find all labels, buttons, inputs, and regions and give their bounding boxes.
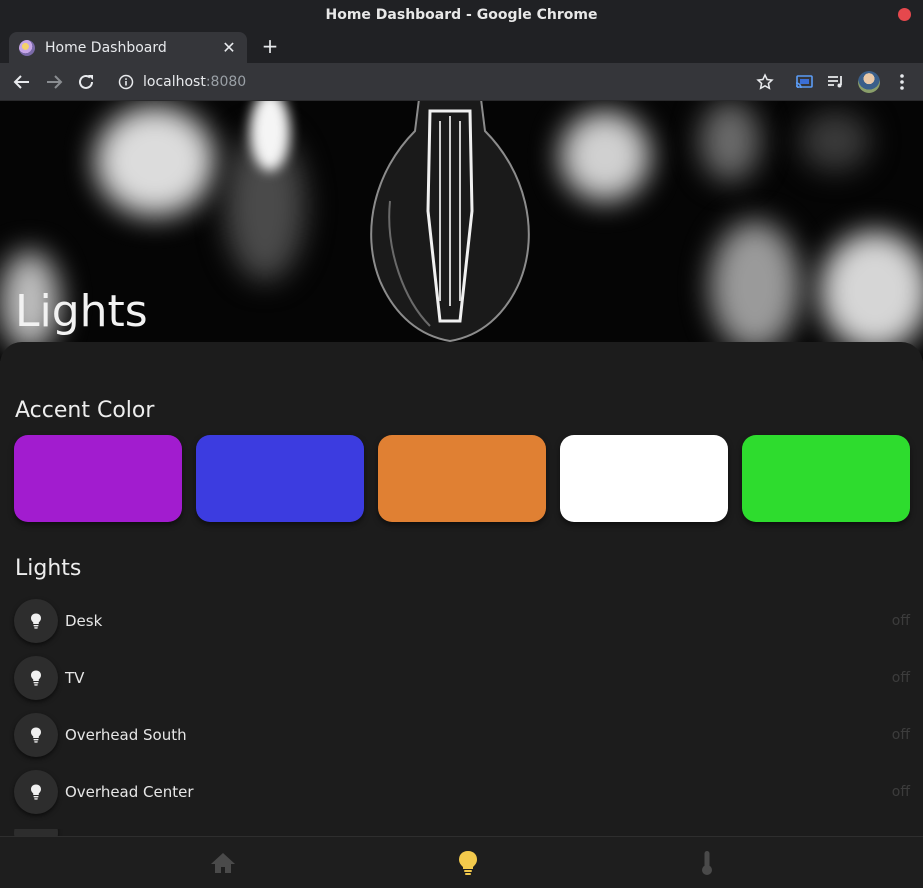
lightbulb-icon bbox=[31, 727, 41, 743]
lightbulb-icon bbox=[459, 851, 477, 875]
star-icon[interactable] bbox=[755, 72, 775, 92]
lightbulb-icon bbox=[31, 670, 41, 686]
light-toggle-button[interactable] bbox=[14, 599, 58, 643]
light-toggle-button[interactable] bbox=[14, 770, 58, 814]
light-state: off bbox=[891, 784, 910, 800]
light-state: off bbox=[891, 670, 910, 686]
nav-home[interactable] bbox=[208, 849, 238, 877]
tab-home-dashboard[interactable]: Home Dashboard ✕ bbox=[9, 32, 247, 63]
light-name: Overhead South bbox=[65, 726, 187, 744]
list-item-partial bbox=[14, 829, 910, 836]
light-toggle-button[interactable] bbox=[14, 829, 58, 836]
list-item[interactable]: Overhead South off bbox=[14, 713, 910, 757]
window-title: Home Dashboard - Google Chrome bbox=[325, 7, 598, 23]
content-sheet: Accent Color Lights Desk off TV off Overhead… bbox=[0, 342, 923, 836]
accent-color-heading: Accent Color bbox=[15, 398, 155, 423]
light-name: TV bbox=[65, 669, 85, 687]
nav-lights[interactable] bbox=[453, 849, 483, 877]
tab-strip: Home Dashboard ✕ + bbox=[0, 30, 923, 63]
nav-climate[interactable] bbox=[692, 849, 722, 877]
light-state: off bbox=[891, 727, 910, 743]
playlist-icon[interactable] bbox=[826, 72, 846, 92]
accent-swatch-3[interactable] bbox=[378, 435, 546, 522]
kebab-menu-icon[interactable] bbox=[892, 72, 912, 92]
list-item[interactable]: Desk off bbox=[14, 599, 910, 643]
window-close-button[interactable] bbox=[898, 8, 911, 21]
lightbulb-photo bbox=[370, 101, 530, 343]
accent-swatch-2[interactable] bbox=[196, 435, 364, 522]
bottom-navigation bbox=[0, 836, 923, 888]
list-item[interactable]: TV off bbox=[14, 656, 910, 700]
page-title: Lights bbox=[15, 286, 148, 337]
light-name: Desk bbox=[65, 612, 103, 630]
accent-swatch-4[interactable] bbox=[560, 435, 728, 522]
browser-toolbar: localhost:8080 bbox=[0, 63, 923, 101]
arrow-back-icon[interactable] bbox=[12, 72, 32, 92]
accent-swatch-5[interactable] bbox=[742, 435, 910, 522]
home-icon bbox=[211, 853, 235, 873]
url-host: localhost bbox=[143, 74, 206, 90]
lightbulb-icon bbox=[31, 784, 41, 800]
tab-title: Home Dashboard bbox=[45, 39, 167, 56]
reload-icon[interactable] bbox=[76, 72, 96, 92]
address-bar[interactable]: localhost:8080 bbox=[108, 68, 608, 96]
lightbulb-icon bbox=[31, 613, 41, 629]
arrow-forward-icon[interactable] bbox=[44, 72, 64, 92]
thermometer-icon bbox=[702, 851, 712, 875]
accent-swatch-1[interactable] bbox=[14, 435, 182, 522]
light-toggle-button[interactable] bbox=[14, 656, 58, 700]
light-name: Overhead Center bbox=[65, 783, 194, 801]
hero-image: Lights bbox=[0, 101, 923, 361]
info-icon[interactable] bbox=[118, 74, 134, 90]
new-tab-button[interactable]: + bbox=[260, 36, 280, 56]
url-port: :8080 bbox=[205, 74, 247, 90]
avatar[interactable] bbox=[858, 71, 880, 93]
favicon-icon bbox=[19, 39, 35, 56]
list-item[interactable]: Overhead Center off bbox=[14, 770, 910, 814]
cast-icon[interactable] bbox=[794, 72, 814, 92]
window-title-bar: Home Dashboard - Google Chrome bbox=[0, 0, 923, 30]
light-toggle-button[interactable] bbox=[14, 713, 58, 757]
lights-heading: Lights bbox=[15, 556, 82, 581]
tab-close-icon[interactable]: ✕ bbox=[221, 38, 237, 57]
light-state: off bbox=[891, 613, 910, 629]
